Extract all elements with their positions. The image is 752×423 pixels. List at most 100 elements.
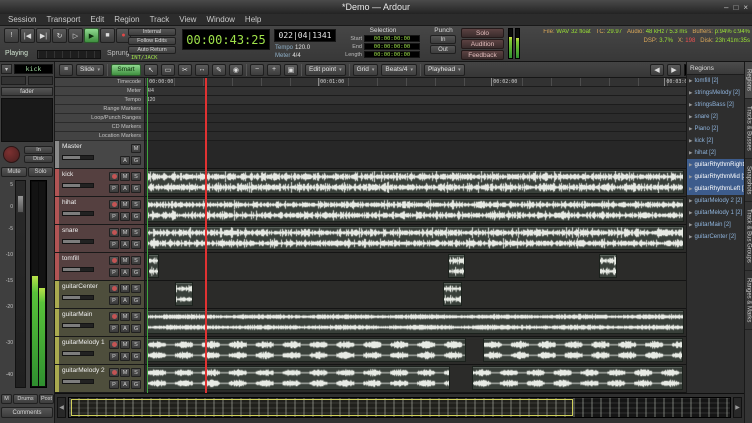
expander-icon[interactable]: ▶ [689, 198, 692, 204]
track-header[interactable]: guitarMain M S P A G [55, 309, 144, 337]
menu-help[interactable]: Help [240, 15, 266, 24]
automation-button[interactable]: A [120, 324, 130, 333]
playlist-button[interactable]: P [109, 212, 119, 221]
track-header[interactable]: Master M A G [55, 141, 144, 169]
track-lane[interactable] [145, 169, 686, 197]
track-lane[interactable] [145, 281, 686, 309]
playlist-button[interactable]: P [109, 296, 119, 305]
region-list-item[interactable]: ▶guitarRhythmRight [2] [687, 159, 744, 171]
zoom-fit-button[interactable]: ▣ [284, 64, 298, 76]
expander-icon[interactable]: ▶ [689, 174, 692, 180]
automation-button[interactable]: A [120, 268, 130, 277]
monitor-disk-button[interactable]: Disk [24, 155, 53, 163]
expander-icon[interactable]: ▶ [689, 126, 692, 132]
expander-icon[interactable]: ▶ [689, 210, 692, 216]
record-arm-button[interactable] [109, 200, 119, 209]
solo-button[interactable]: Solo [461, 28, 504, 38]
mute-button[interactable]: M [120, 256, 130, 265]
audio-region[interactable] [448, 254, 465, 278]
tempo-display[interactable]: Tempo120.0 [275, 45, 310, 51]
playlist-button[interactable]: P [109, 380, 119, 389]
solo-button[interactable]: S [131, 340, 141, 349]
tab-ranges-marks[interactable]: Ranges & Marks [745, 271, 752, 330]
automation-button[interactable]: A [120, 156, 130, 165]
mute-button[interactable]: M [120, 284, 130, 293]
auto-return-button[interactable]: Auto Return [128, 46, 176, 54]
punch-out-button[interactable]: Out [430, 45, 456, 54]
record-arm-button[interactable] [109, 312, 119, 321]
menu-region[interactable]: Region [109, 15, 144, 24]
cd-markers-ruler[interactable] [145, 123, 686, 132]
expander-icon[interactable]: ▶ [689, 186, 692, 192]
expander-icon[interactable]: ▶ [689, 150, 692, 156]
track-gain-fader[interactable] [62, 239, 94, 244]
loop-button[interactable]: ↻ [52, 28, 67, 43]
midi-panic-button[interactable]: ! [4, 28, 19, 43]
cut-tool-button[interactable]: ✂ [178, 64, 192, 76]
region-list-item[interactable]: ▶snare [2] [687, 111, 744, 123]
summary-pane[interactable]: ◀ ▶ [55, 393, 744, 423]
ruler-label[interactable]: Loop/Punch Ranges [55, 114, 144, 123]
meter-point-button[interactable]: Post [39, 394, 54, 404]
record-arm-button[interactable] [109, 256, 119, 265]
title-bar[interactable]: *Demo — Ardour – □ × [0, 0, 752, 14]
record-arm-button[interactable] [109, 172, 119, 181]
mute-button[interactable]: M [120, 312, 130, 321]
expander-icon[interactable]: ▶ [689, 138, 692, 144]
group-button[interactable]: G [131, 240, 141, 249]
track-lane[interactable] [145, 253, 686, 281]
ruler-label[interactable]: Timecode [55, 78, 144, 87]
track-gain-fader[interactable] [62, 351, 94, 356]
expander-icon[interactable]: ▶ [689, 90, 692, 96]
track-lane[interactable] [145, 197, 686, 225]
edit-point-combo[interactable]: Edit point ▾ [305, 64, 346, 76]
expander-icon[interactable]: ▶ [689, 162, 692, 168]
follow-edits-button[interactable]: Follow Edits [128, 37, 176, 45]
audition-button[interactable]: Audition [461, 39, 504, 49]
group-button[interactable]: Drums [13, 394, 38, 404]
fader-handle[interactable] [17, 195, 24, 213]
region-list-item[interactable]: ▶guitarMelody 1 [2] [687, 207, 744, 219]
grid-unit-combo[interactable]: Beats/4 ▾ [381, 64, 417, 76]
expander-icon[interactable]: ▶ [689, 102, 692, 108]
track-header[interactable]: snare M S P A G [55, 225, 144, 253]
group-button[interactable]: G [131, 296, 141, 305]
track-gain-fader[interactable] [62, 183, 94, 188]
record-arm-button[interactable] [109, 228, 119, 237]
goto-end-button[interactable]: ▶| [36, 28, 51, 43]
selection-start-clock[interactable]: 00:00:00:00 [364, 35, 420, 42]
metering-button[interactable]: M [1, 394, 12, 404]
track-gain-fader[interactable] [62, 267, 94, 272]
automation-button[interactable]: A [120, 296, 130, 305]
secondary-clock[interactable]: 022|04|1341 [274, 29, 336, 42]
solo-button[interactable]: S [131, 368, 141, 377]
ruler-label[interactable]: Meter [55, 87, 144, 96]
editor-mixer-toggle-button[interactable]: ≡ [59, 64, 73, 76]
strip-tab-2[interactable] [28, 76, 53, 85]
summary-overview[interactable] [68, 397, 731, 418]
region-list-item[interactable]: ▶guitarMain [2] [687, 219, 744, 231]
tab-regions[interactable]: Regions [745, 62, 752, 99]
location-markers-ruler[interactable] [145, 132, 686, 141]
mute-button[interactable]: M [120, 228, 130, 237]
region-list-item[interactable]: ▶guitarCenter [2] [687, 231, 744, 243]
strip-name-plate[interactable]: kick [14, 64, 53, 74]
menu-edit[interactable]: Edit [85, 15, 109, 24]
minimize-button[interactable]: – [724, 3, 728, 12]
solo-button[interactable]: S [131, 172, 141, 181]
region-list-item[interactable]: ▶guitarMelody 2 [2] [687, 195, 744, 207]
meter-display[interactable]: Meter4/4 [275, 53, 301, 59]
playlist-button[interactable]: P [109, 352, 119, 361]
record-arm-button[interactable] [109, 284, 119, 293]
track-header[interactable]: guitarCenter M S P A G [55, 281, 144, 309]
selection-length-clock[interactable]: 00:00:00:00 [364, 51, 420, 58]
solo-button[interactable]: S [131, 200, 141, 209]
primary-clock[interactable]: 00:00:43:25 [182, 29, 270, 50]
strip-tab-1[interactable] [1, 76, 26, 85]
track-name[interactable]: guitarMelody 2 [62, 367, 105, 374]
nudge-forward-button[interactable]: ▶ [667, 64, 681, 76]
playhead[interactable] [205, 78, 207, 393]
track-lane[interactable] [145, 309, 686, 337]
track-header[interactable]: tomfill M S P A G [55, 253, 144, 281]
ruler-label[interactable]: Location Markers [55, 132, 144, 141]
